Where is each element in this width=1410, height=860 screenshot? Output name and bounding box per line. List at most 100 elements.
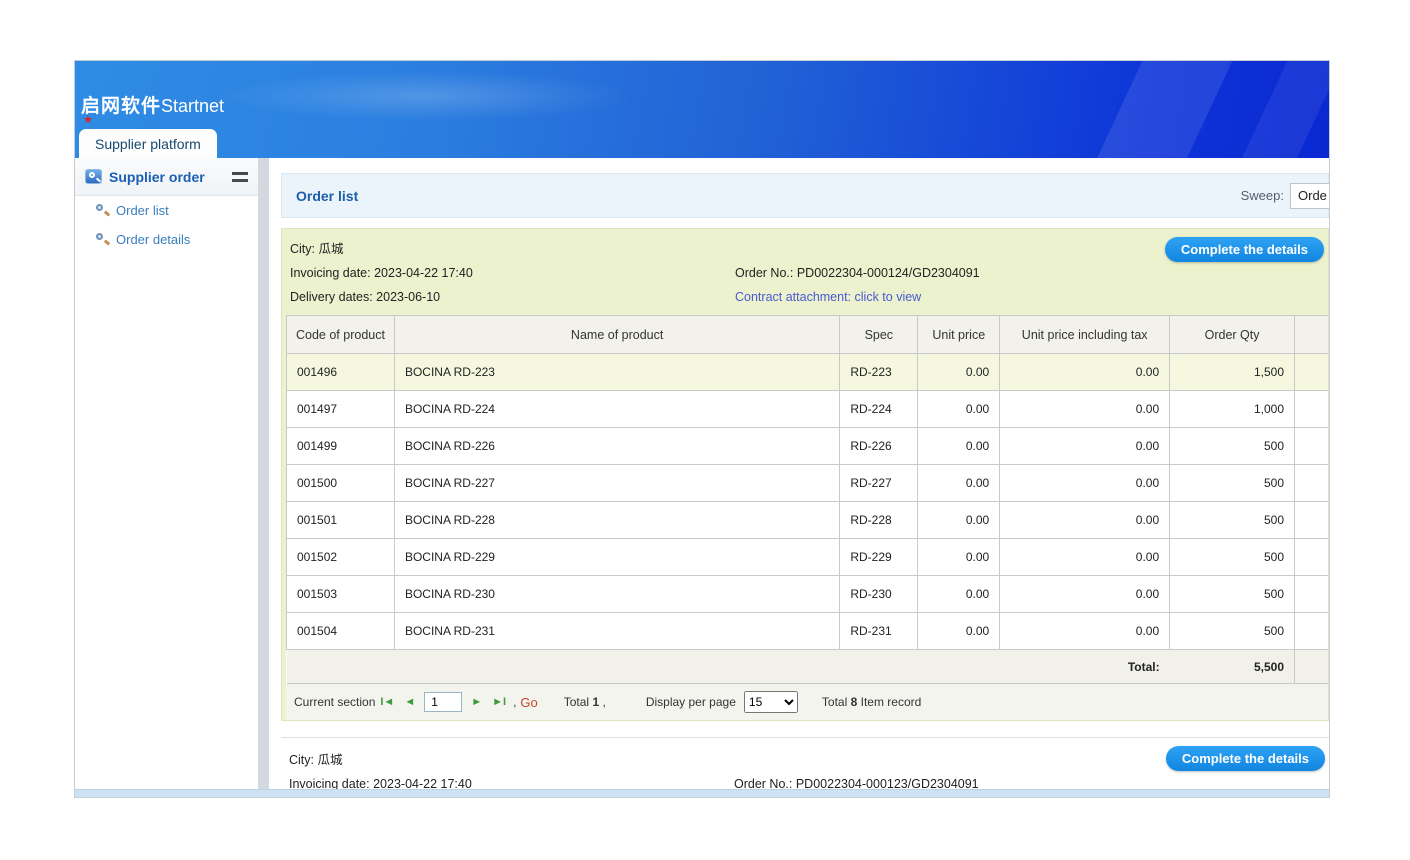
table-row[interactable]: 001496BOCINA RD-223RD-2230.000.001,500 [287,354,1330,391]
city-field: City: 瓜城 [289,748,734,772]
complete-details-button[interactable]: Complete the details [1166,746,1325,771]
sidebar-header[interactable]: Supplier order [75,158,258,196]
table-cell: 001504 [287,613,395,650]
sidebar-title: Supplier order [109,169,232,185]
sidebar-item-label: Order details [116,232,190,247]
order-no-field: Order No.: PD0022304-000124/GD2304091 [735,261,980,285]
table-cell: 0.00 [918,428,1000,465]
page-title: Order list [296,188,1241,204]
table-cell: 500 [1170,428,1295,465]
sidebar-item-order-details[interactable]: Order details [75,225,258,254]
next-page-icon[interactable]: ► [471,696,482,708]
sweep-select[interactable]: Orde [1290,183,1329,209]
sweep-label: Sweep: [1241,188,1284,203]
table-row[interactable]: 001503BOCINA RD-230RD-2300.000.00500 [287,576,1330,613]
col-header-name: Name of product [394,316,839,354]
invoicing-date-field: Invoicing date: 2023-04-22 17:40 [289,772,734,789]
delivery-date-field: Delivery dates: 2023-06-10 [290,285,735,309]
table-row[interactable]: 001499BOCINA RD-226RD-2260.000.00500 [287,428,1330,465]
table-row[interactable]: 001500BOCINA RD-227RD-2270.000.00500 [287,465,1330,502]
sweep-value: Orde [1298,188,1327,203]
contract-attachment-link[interactable]: Contract attachment: click to view [735,285,921,309]
table-cell: 001497 [287,391,395,428]
logo-star-icon: ★ [83,113,93,126]
table-row[interactable]: 001502BOCINA RD-229RD-2290.000.00500 [287,539,1330,576]
table-cell: RD-226 [840,428,918,465]
first-page-icon[interactable]: I◄ [380,696,394,708]
menu-collapse-icon[interactable] [232,172,248,182]
record-count: Total 8 Item record [822,695,921,709]
table-cell: 0.00 [918,539,1000,576]
window-bottom-strip [75,789,1329,798]
table-cell-empty [1295,539,1330,576]
go-link[interactable]: Go [520,695,537,710]
logo: ★ 启网软件Startnet [81,91,224,118]
table-cell: 500 [1170,502,1295,539]
table-cell-empty [1295,576,1330,613]
table-cell: 001503 [287,576,395,613]
table-cell: 001501 [287,502,395,539]
order-table-body: 001496BOCINA RD-223RD-2230.000.001,50000… [287,354,1330,650]
magnifier-icon [95,203,110,218]
order-panel-2: Complete the details City: 瓜城 Invoicing … [281,737,1329,789]
table-cell: BOCINA RD-224 [394,391,839,428]
table-cell: 0.00 [1000,539,1170,576]
pagination-bar: Current section I◄ ◄ ► ►I , Go Total 1 ,… [286,684,1329,720]
tab-supplier-platform[interactable]: Supplier platform [79,129,217,158]
table-cell: BOCINA RD-226 [394,428,839,465]
total-value: 5,500 [1170,650,1295,684]
sidebar: Supplier order Order list Order details [75,158,258,789]
table-cell-empty [1295,502,1330,539]
order-info-row: Delivery dates: 2023-06-10 Contract atta… [286,285,1328,309]
table-cell: RD-231 [840,613,918,650]
content-title-bar: Order list Sweep: Orde [281,173,1329,218]
order-panel-1: Complete the details City: 瓜城 Invoicing … [281,228,1329,721]
table-cell: RD-223 [840,354,918,391]
sidebar-item-order-list[interactable]: Order list [75,196,258,225]
table-cell: RD-229 [840,539,918,576]
page-number-input[interactable] [424,692,462,712]
table-cell: 0.00 [918,465,1000,502]
table-row[interactable]: 001504BOCINA RD-231RD-2310.000.00500 [287,613,1330,650]
col-header-order-qty: Order Qty [1170,316,1295,354]
tab-label: Supplier platform [95,136,201,152]
table-cell: 1,500 [1170,354,1295,391]
table-cell: BOCINA RD-231 [394,613,839,650]
last-page-icon[interactable]: ►I [492,696,506,708]
sidebar-item-label: Order list [116,203,169,218]
table-cell: 001499 [287,428,395,465]
table-cell: 0.00 [1000,502,1170,539]
table-cell: 0.00 [1000,613,1170,650]
table-cell: 0.00 [918,613,1000,650]
col-header-code: Code of product [287,316,395,354]
logo-text-cn: 启网软件 [81,96,161,117]
table-cell: BOCINA RD-223 [394,354,839,391]
table-row[interactable]: 001497BOCINA RD-224RD-2240.000.001,000 [287,391,1330,428]
banner-streak [1231,61,1329,158]
main-content: Order list Sweep: Orde Complete the deta… [269,158,1329,789]
table-cell: 500 [1170,576,1295,613]
prev-page-icon[interactable]: ◄ [404,696,415,708]
table-cell: 0.00 [1000,354,1170,391]
table-cell-empty [1295,465,1330,502]
city-field: City: 瓜城 [290,237,735,261]
table-cell: 0.00 [918,391,1000,428]
app-window: ★ 启网软件Startnet Supplier platform Supplie… [74,60,1330,798]
current-section-label: Current section [294,695,375,709]
invoicing-date-field: Invoicing date: 2023-04-22 17:40 [290,261,735,285]
sweep-control: Sweep: Orde [1241,183,1329,209]
page-size-select[interactable]: 15 [744,691,798,713]
table-cell: 0.00 [918,576,1000,613]
table-cell-empty [1295,613,1330,650]
table-row[interactable]: 001501BOCINA RD-228RD-2280.000.00500 [287,502,1330,539]
table-cell: 500 [1170,613,1295,650]
table-cell: 001496 [287,354,395,391]
order-info-row: Invoicing date: 2023-04-22 17:40 Order N… [285,772,1329,789]
table-cell: RD-230 [840,576,918,613]
table-cell: 0.00 [918,354,1000,391]
col-header-spec: Spec [840,316,918,354]
banner-glow [215,71,635,121]
complete-details-button[interactable]: Complete the details [1165,237,1324,262]
table-cell-empty [1295,391,1330,428]
table-cell: 001500 [287,465,395,502]
